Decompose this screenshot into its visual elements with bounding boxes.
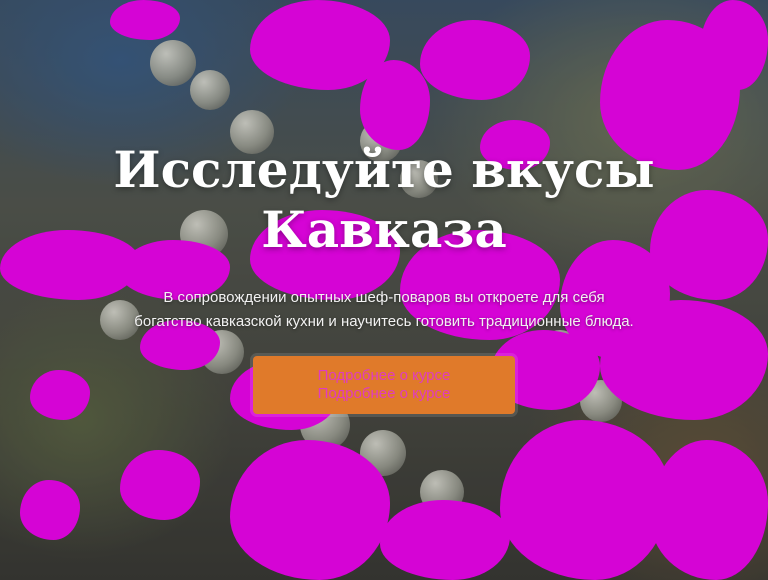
hero-title: Исследуйте вкусы Кавказа — [113, 140, 655, 259]
hero-subtitle: В сопровождении опытных шеф-поваров вы о… — [134, 289, 634, 330]
course-button-label: Подробнее о курсе — [317, 367, 451, 384]
course-button-label-duplicate: Подробнее о курсе — [317, 385, 451, 402]
hero-section: Исследуйте вкусы Кавказа В сопровождении… — [0, 0, 768, 580]
course-details-button[interactable]: Подробнее о курсе Подробнее о курсе — [253, 356, 515, 414]
